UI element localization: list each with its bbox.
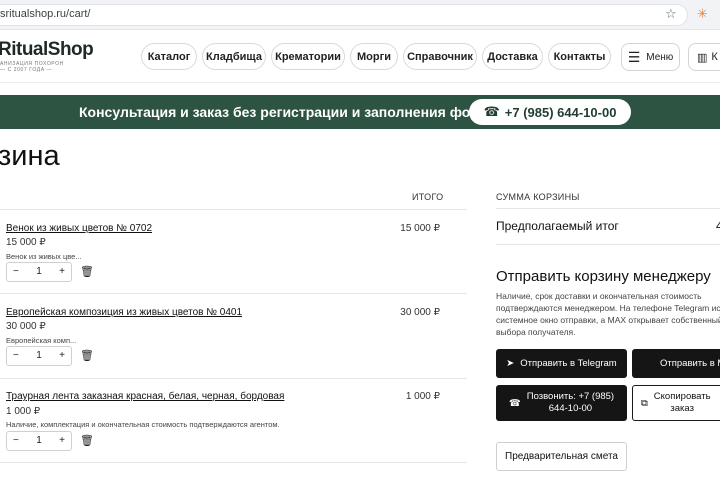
- quantity-value[interactable]: 1: [36, 436, 42, 446]
- cart-item-name[interactable]: Венок из живых цветов № 0702: [6, 223, 152, 234]
- nav-label: Кладбища: [206, 50, 262, 63]
- map-icon: ▥: [697, 51, 708, 64]
- plus-icon[interactable]: +: [59, 267, 65, 277]
- nav-morgues[interactable]: Морги: [350, 43, 398, 70]
- call-label-line2: 644-10-00: [548, 403, 593, 414]
- phone-icon: ☎: [508, 397, 521, 409]
- send-telegram-label: Отправить в Telegram: [520, 358, 617, 369]
- page-title: зина: [0, 140, 60, 172]
- quantity-stepper[interactable]: − 1 +: [6, 262, 72, 282]
- minus-icon[interactable]: −: [13, 267, 19, 277]
- banner-phone-number: +7 (985) 644-10-00: [504, 104, 617, 120]
- browser-toolbar: sritualshop.ru/cart/ ☆ ✳: [0, 0, 720, 30]
- cart-item-price: 1 000 ₽: [6, 406, 41, 417]
- estimated-total-value: 4: [716, 219, 720, 233]
- row-divider: [0, 209, 467, 210]
- copy-label: Скопировать заказ: [654, 391, 711, 415]
- copy-icon: ⧉: [641, 397, 648, 409]
- header-divider: [0, 82, 720, 83]
- row-divider: [0, 462, 467, 463]
- estimated-total-label: Предполагаемый итог: [496, 219, 619, 233]
- menu-label: Меню: [646, 51, 674, 63]
- site-logo[interactable]: RitualShop: [0, 39, 94, 61]
- send-arrow-icon: ➤: [506, 358, 515, 369]
- nav-label: Каталог: [147, 50, 191, 63]
- trash-icon[interactable]: 🗑: [80, 265, 94, 278]
- cart-item-note: Наличие, комплектация и окончательная ст…: [6, 420, 280, 429]
- cart-item-total: 30 000 ₽: [400, 307, 440, 318]
- minus-icon[interactable]: −: [13, 351, 19, 361]
- menu-button[interactable]: ☰ Меню: [621, 43, 680, 71]
- copy-label-line2: заказ: [670, 403, 694, 414]
- call-button[interactable]: ☎ Позвонить: +7 (985) 644-10-00: [496, 385, 627, 421]
- cart-item-total: 15 000 ₽: [400, 223, 440, 234]
- quantity-value[interactable]: 1: [36, 267, 42, 277]
- nav-contacts[interactable]: Контакты: [548, 43, 611, 70]
- bookmark-star-icon[interactable]: ☆: [665, 6, 677, 22]
- url-text[interactable]: sritualshop.ru/cart/: [0, 8, 90, 20]
- call-label-line1: Позвонить: +7 (985): [526, 391, 615, 402]
- extension-icon[interactable]: ✳: [697, 6, 708, 22]
- total-column-header: ИТОГО: [412, 192, 444, 202]
- phone-icon: ☎: [483, 104, 500, 119]
- send-to-manager-title: Отправить корзину менеджеру: [496, 268, 711, 285]
- nav-crematoriums[interactable]: Крематории: [271, 43, 345, 70]
- map-label: К: [711, 51, 718, 63]
- nav-label: Доставка: [487, 50, 538, 63]
- cart-item-total: 1 000 ₽: [405, 391, 440, 402]
- row-divider: [0, 293, 467, 294]
- quantity-stepper[interactable]: − 1 +: [6, 346, 72, 366]
- banner-phone-button[interactable]: ☎ +7 (985) 644-10-00: [469, 99, 631, 125]
- preliminary-estimate-button[interactable]: Предварительная смета: [496, 442, 627, 471]
- banner-text: Консультация и заказ без регистрации и з…: [79, 104, 490, 120]
- trash-icon[interactable]: 🗑: [80, 434, 94, 447]
- row-divider: [0, 378, 467, 379]
- send-max-label: Отправить в М: [660, 358, 720, 369]
- cart-item-price: 30 000 ₽: [6, 321, 46, 332]
- plus-icon[interactable]: +: [59, 351, 65, 361]
- logo-tagline-line2: — С 2007 ГОДА —: [0, 67, 53, 73]
- nav-reference[interactable]: Справочник: [403, 43, 477, 70]
- preliminary-estimate-label: Предварительная смета: [505, 451, 618, 462]
- copy-order-button[interactable]: ⧉ Скопировать заказ: [632, 385, 720, 421]
- cart-summary-header: СУММА КОРЗИНЫ: [496, 192, 580, 202]
- map-button[interactable]: ▥ К: [688, 43, 720, 71]
- send-telegram-button[interactable]: ➤ Отправить в Telegram: [496, 349, 627, 378]
- trash-icon[interactable]: 🗑: [80, 349, 94, 362]
- logo-tagline: АНИЗАЦИЯ ПОХОРОН — С 2007 ГОДА —: [0, 61, 92, 73]
- nav-catalog[interactable]: Каталог: [141, 43, 197, 70]
- address-bar[interactable]: [0, 4, 688, 26]
- cart-item-note: Европейская комп...: [6, 336, 77, 345]
- cart-item-name[interactable]: Траурная лента заказная красная, белая, …: [6, 391, 284, 402]
- nav-cemeteries[interactable]: Кладбища: [202, 43, 266, 70]
- summary-divider: [496, 244, 720, 245]
- minus-icon[interactable]: −: [13, 436, 19, 446]
- plus-icon[interactable]: +: [59, 436, 65, 446]
- call-label: Позвонить: +7 (985) 644-10-00: [527, 391, 614, 415]
- quantity-value[interactable]: 1: [36, 351, 42, 361]
- copy-label-line1: Скопировать: [653, 391, 711, 402]
- cart-item-name[interactable]: Европейская композиция из живых цветов №…: [6, 307, 242, 318]
- summary-divider: [496, 208, 720, 209]
- hamburger-icon: ☰: [627, 49, 641, 65]
- nav-delivery[interactable]: Доставка: [482, 43, 543, 70]
- cart-item-price: 15 000 ₽: [6, 237, 46, 248]
- send-max-button[interactable]: Отправить в М: [632, 349, 720, 378]
- nav-label: Контакты: [553, 50, 606, 63]
- nav-label: Справочник: [407, 50, 473, 63]
- cart-item-note: Венок из живых цве...: [6, 252, 82, 261]
- send-to-manager-description: Наличие, срок доставки и окончательная с…: [496, 291, 720, 337]
- nav-label: Морги: [357, 50, 391, 63]
- quantity-stepper[interactable]: − 1 +: [6, 431, 72, 451]
- nav-label: Крематории: [275, 50, 341, 63]
